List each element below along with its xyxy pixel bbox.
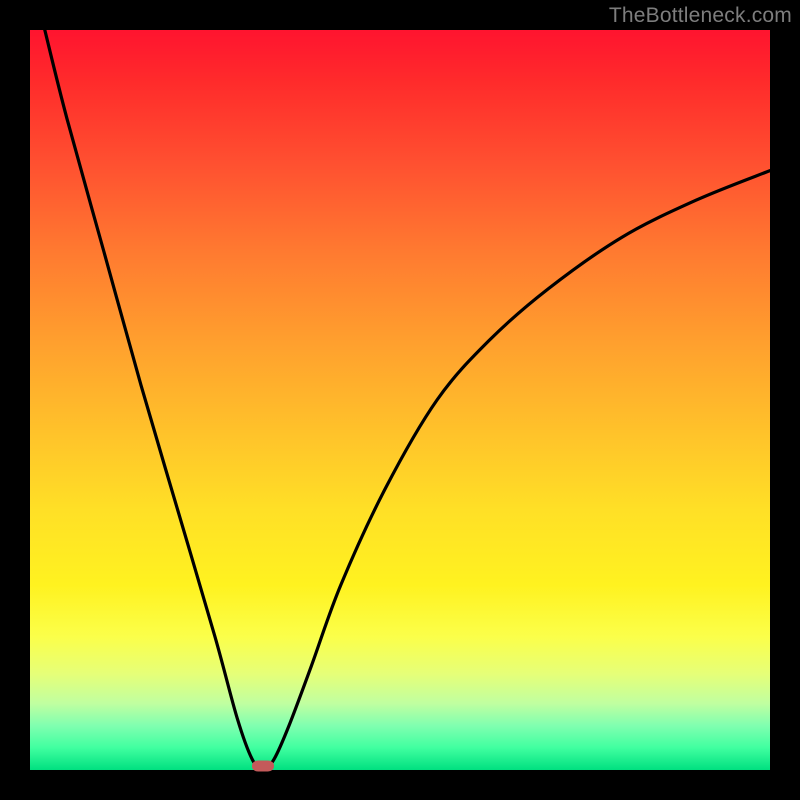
optimal-point-marker	[252, 761, 274, 772]
chart-frame: TheBottleneck.com	[0, 0, 800, 800]
watermark-text: TheBottleneck.com	[609, 4, 792, 28]
plot-area	[30, 30, 770, 770]
bottleneck-curve	[30, 30, 770, 770]
